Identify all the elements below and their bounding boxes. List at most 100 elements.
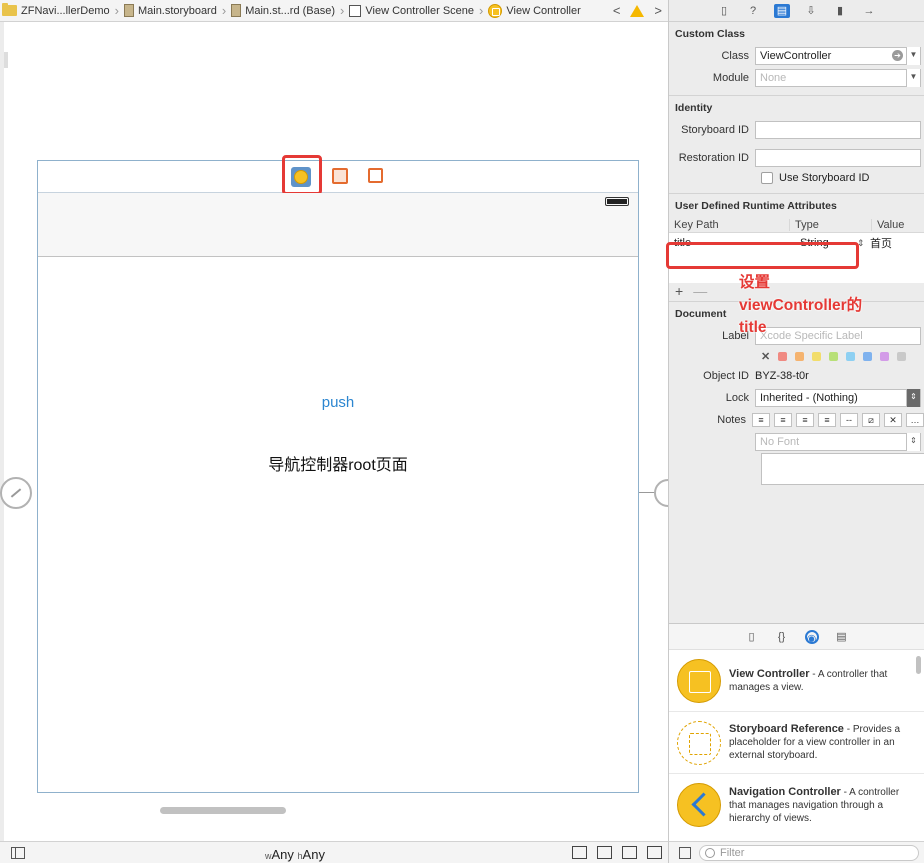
file-inspector-icon[interactable]: ▯ (716, 4, 732, 18)
storyboard-canvas[interactable]: push 导航控制器root页面 (0, 22, 682, 841)
horizontal-scrollbar[interactable] (160, 807, 286, 814)
label-color-swatch[interactable] (897, 351, 907, 361)
breadcrumb-project[interactable]: ZFNavi...llerDemo (0, 0, 112, 21)
media-library-icon[interactable]: ▤ (835, 630, 849, 644)
exit-icon[interactable] (368, 168, 383, 183)
library-filter-bar: Filter (668, 841, 924, 863)
storyboard-file-icon (123, 4, 134, 17)
no-color-icon[interactable]: ⧄ (862, 413, 880, 427)
pin-icon[interactable] (622, 846, 637, 859)
scene-dock (38, 155, 638, 195)
breadcrumb-view-controller[interactable]: View Controller (486, 0, 582, 21)
chevron-down-icon[interactable]: ▼ (906, 47, 920, 65)
quick-help-icon[interactable]: ? (745, 4, 761, 18)
notes-textarea[interactable] (761, 453, 924, 485)
storyboard-file-icon (231, 4, 242, 17)
module-field[interactable]: None ▼ (755, 69, 921, 87)
breadcrumb-storyboard[interactable]: Main.storyboard (122, 0, 219, 21)
label-color-swatch[interactable] (846, 351, 856, 361)
filter-input[interactable]: Filter (699, 845, 919, 861)
breadcrumb-scene[interactable]: View Controller Scene (347, 0, 476, 21)
size-class-h: Any (302, 847, 325, 862)
label-color-swatch[interactable] (863, 351, 873, 361)
file-template-library-icon[interactable]: ▯ (745, 630, 759, 644)
object-library-icon[interactable]: ◉ (804, 629, 819, 645)
library-item-name: Storyboard Reference (729, 723, 844, 735)
lock-select[interactable]: Inherited - (Nothing) ⇕ (755, 389, 921, 407)
view-controller-scene[interactable]: push 导航控制器root页面 (37, 155, 639, 793)
go-to-class-icon[interactable]: ➔ (892, 50, 903, 61)
align-center-icon[interactable]: ≡ (774, 413, 792, 427)
align-natural-icon[interactable]: -- (840, 413, 858, 427)
grid-view-icon[interactable] (679, 847, 691, 859)
object-id-label: Object ID (703, 370, 749, 382)
font-stepper-icon[interactable]: ⇕ (906, 433, 920, 451)
library-item-name: View Controller (729, 667, 810, 680)
forward-arrow-icon[interactable]: > (654, 3, 662, 18)
restoration-id-field[interactable] (755, 149, 921, 167)
entry-segue-icon[interactable] (0, 477, 32, 509)
size-class-w: Any (271, 847, 294, 862)
navigation-controller-icon (677, 783, 721, 827)
connections-inspector-icon[interactable]: → (861, 4, 877, 18)
custom-class-section: Custom Class Class ViewController ➔ ▼ Mo… (669, 22, 924, 96)
section-title: Identity (675, 102, 713, 114)
breadcrumb-separator: › (340, 3, 345, 18)
breadcrumb-separator: › (221, 3, 227, 18)
column-type: Type (789, 218, 871, 231)
folder-icon (2, 3, 17, 16)
warning-icon[interactable] (630, 4, 645, 17)
align-justify-icon[interactable]: ≡ (818, 413, 836, 427)
list-item[interactable]: Storyboard Reference - Provides a placeh… (669, 712, 924, 774)
label-color-swatch[interactable] (812, 351, 822, 361)
breadcrumb-label: View Controller Scene (365, 4, 475, 17)
remove-attribute-button[interactable]: — (693, 283, 707, 299)
label-color-swatch[interactable] (880, 351, 890, 361)
more-icon[interactable]: … (906, 413, 924, 427)
section-title: User Defined Runtime Attributes (675, 200, 837, 212)
annotation-line: viewController的 (739, 296, 863, 314)
first-responder-icon[interactable] (332, 168, 348, 184)
size-inspector-icon[interactable]: ▮ (832, 4, 848, 18)
section-title: Custom Class (675, 28, 746, 40)
notes-toolbar: ≡ ≡ ≡ ≡ -- ⧄ ✕ … (752, 413, 924, 427)
filter-icon (705, 848, 715, 858)
chevron-down-icon[interactable]: ▼ (906, 69, 920, 87)
root-page-label: 导航控制器root页面 (268, 457, 408, 474)
label-color-swatch[interactable] (795, 351, 805, 361)
clear-color-icon[interactable]: ✕ (761, 350, 770, 363)
value-cell[interactable]: 首页 (865, 235, 892, 251)
class-field[interactable]: ViewController ➔ ▼ (755, 47, 921, 65)
back-arrow-icon[interactable]: < (613, 3, 621, 18)
size-class-control[interactable]: wAny hAny (265, 847, 325, 862)
label-color-swatch[interactable] (829, 351, 839, 361)
align-right-icon[interactable]: ≡ (796, 413, 814, 427)
breadcrumb-storyboard-base[interactable]: Main.st...rd (Base) (229, 0, 337, 21)
use-storyboard-id-label: Use Storyboard ID (779, 172, 870, 184)
chevron-updown-icon[interactable]: ⇕ (906, 389, 920, 407)
font-field[interactable]: No Font ⇕ (755, 433, 921, 451)
attributes-inspector-icon[interactable]: ⇩ (803, 4, 819, 18)
clear-formatting-icon[interactable]: ✕ (884, 413, 902, 427)
navigation-bar[interactable] (38, 193, 638, 257)
code-snippet-library-icon[interactable]: {} (775, 630, 789, 644)
identity-inspector-icon[interactable]: ▤ (774, 3, 790, 18)
use-storyboard-id-checkbox[interactable] (761, 172, 773, 184)
push-button[interactable]: push (38, 394, 638, 411)
restoration-id-label: Restoration ID (678, 152, 749, 164)
align-icon[interactable] (597, 846, 612, 859)
embed-in-stack-icon[interactable] (572, 846, 587, 859)
resolve-auto-layout-icon[interactable] (647, 846, 662, 859)
storyboard-id-field[interactable] (755, 121, 921, 139)
library-scrollbar[interactable] (916, 656, 921, 674)
document-outline-toggle-icon[interactable] (11, 847, 25, 859)
label-color-swatch[interactable] (778, 351, 788, 361)
font-placeholder: No Font (760, 436, 800, 448)
breadcrumb-label: Main.st...rd (Base) (245, 4, 336, 17)
list-item[interactable]: View Controller - A controller that mana… (669, 650, 924, 712)
inspector-tabs: ▯ ? ▤ ⇩ ▮ → (669, 0, 924, 22)
align-left-icon[interactable]: ≡ (752, 413, 770, 427)
canvas-bottom-bar: wAny hAny (0, 841, 668, 863)
list-item[interactable]: Navigation Controller - A controller tha… (669, 774, 924, 836)
add-attribute-button[interactable]: + (675, 283, 683, 299)
